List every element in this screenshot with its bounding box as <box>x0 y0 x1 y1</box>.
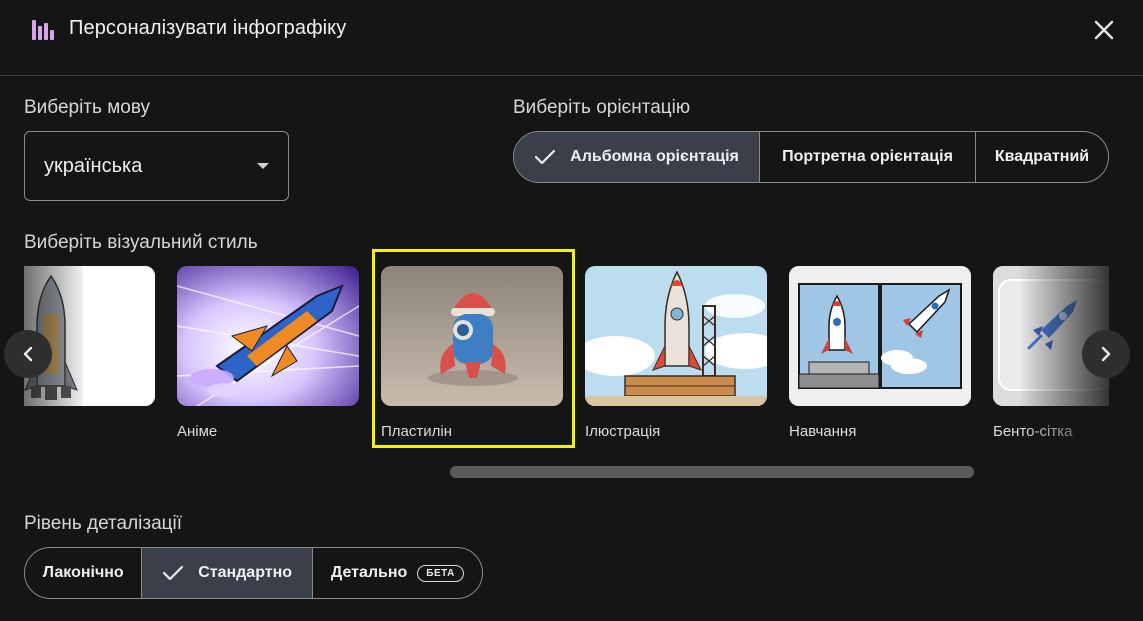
orientation-portrait-button[interactable]: Портретна орієнтація <box>760 132 976 182</box>
detail-standard-label: Стандартно <box>198 564 293 581</box>
detail-detailed-button[interactable]: Детально БЕТА <box>313 548 482 598</box>
style-card-label: Бенто-сітка <box>993 423 1073 440</box>
dialog-header: Персоналізувати інфографіку <box>0 0 1143 76</box>
style-card-label: Ілюстрація <box>585 423 661 440</box>
language-value: українська <box>44 155 143 177</box>
carousel-next-button[interactable] <box>1082 330 1130 378</box>
orientation-square-button[interactable]: Квадратний <box>976 132 1108 182</box>
beta-badge: БЕТА <box>417 564 464 582</box>
style-card-label: Навчання <box>789 423 857 440</box>
detail-concise-label: Лаконічно <box>42 564 124 581</box>
style-thumbnail <box>177 266 359 406</box>
detail-concise-button[interactable]: Лаконічно <box>25 548 143 598</box>
check-icon <box>163 565 184 581</box>
orientation-square-label: Квадратний <box>994 148 1090 165</box>
language-label: Виберіть мову <box>24 97 150 118</box>
orientation-label: Виберіть орієнтацію <box>513 97 691 118</box>
infographic-icon <box>32 20 54 40</box>
customize-infographic-dialog: Персоналізувати інфографіку Виберіть мов… <box>0 0 1143 621</box>
detail-standard-button[interactable]: Стандартно <box>142 548 313 598</box>
style-carousel: Аніме Пластилін Ілюстрація Навчання Бент… <box>24 264 1109 482</box>
detail-level-label: Рівень деталізації <box>24 513 183 534</box>
style-card-label: Аніме <box>177 423 218 440</box>
check-icon <box>535 149 556 165</box>
carousel-prev-button[interactable] <box>4 330 52 378</box>
detail-level-segmented-control: Лаконічно Стандартно Детально БЕТА <box>24 547 483 599</box>
chevron-down-icon <box>257 163 269 169</box>
orientation-segmented-control: Альбомна орієнтація Портретна орієнтація… <box>513 131 1109 183</box>
style-thumbnail <box>789 266 971 406</box>
dialog-title: Персоналізувати інфографіку <box>69 17 347 39</box>
carousel-scrollbar[interactable] <box>450 466 974 478</box>
chevron-left-icon <box>23 346 33 362</box>
language-select[interactable]: українська <box>24 131 289 201</box>
visual-style-label: Виберіть візуальний стиль <box>24 232 258 253</box>
style-thumbnail <box>381 266 563 406</box>
orientation-landscape-button[interactable]: Альбомна орієнтація <box>514 132 760 182</box>
detail-detailed-label: Детально <box>330 564 408 581</box>
orientation-landscape-label: Альбомна орієнтація <box>570 148 739 165</box>
chevron-right-icon <box>1101 346 1111 362</box>
style-card-label: Пластилін <box>381 423 452 440</box>
orientation-portrait-label: Портретна орієнтація <box>782 148 953 165</box>
close-icon[interactable] <box>1090 16 1118 44</box>
style-thumbnail <box>585 266 767 406</box>
